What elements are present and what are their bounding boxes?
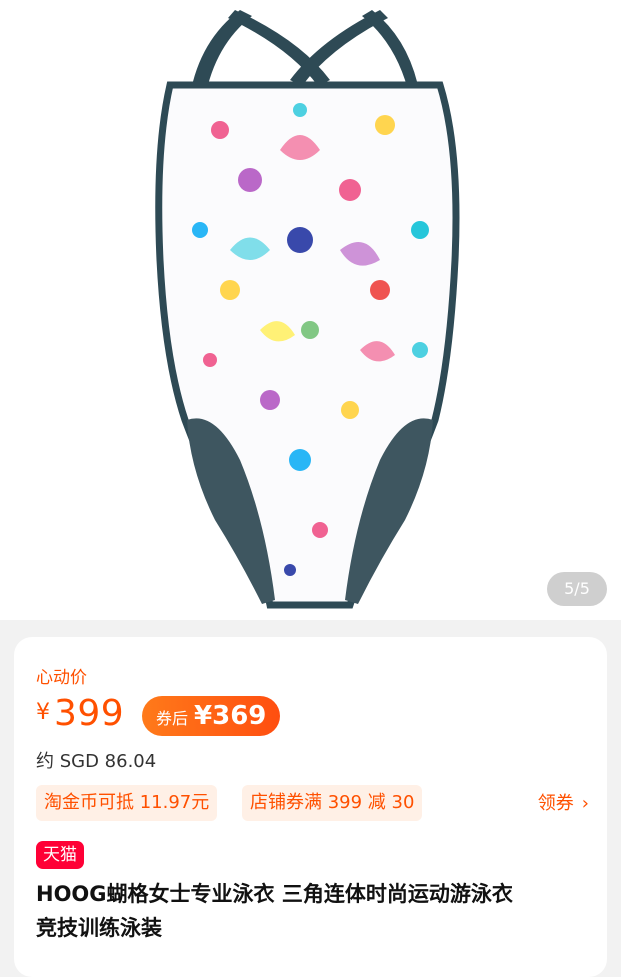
get-coupon-link[interactable]: 领券 › bbox=[538, 789, 589, 815]
original-price-value: 399 bbox=[54, 693, 125, 734]
promo-taojinbi[interactable]: 淘金币可抵 11.97元 bbox=[36, 785, 218, 821]
price-label: 心动价 bbox=[36, 668, 87, 688]
promo-store-coupon[interactable]: 店铺券满 399 减 30 bbox=[242, 785, 423, 821]
product-info-card: 心动价 ¥399 券后 ¥369 约 SGD 86.04 淘金币可抵 11.97元… bbox=[14, 637, 607, 977]
product-title: HOOG蝴格女士专业泳衣 三角连体时尚运动游泳衣 竞技训练泳装 bbox=[36, 877, 596, 945]
product-title-line-1: HOOG蝴格女士专业泳衣 三角连体时尚运动游泳衣 bbox=[36, 882, 513, 906]
chevron-right-icon: › bbox=[581, 793, 589, 814]
image-page-indicator: 5/5 bbox=[547, 572, 607, 606]
get-coupon-label: 领券 bbox=[537, 793, 574, 814]
swimsuit-product-image[interactable] bbox=[0, 0, 621, 620]
coupon-price-badge: 券后 ¥369 bbox=[142, 696, 281, 736]
coupon-price-value: ¥369 bbox=[194, 701, 267, 731]
product-image-gallery[interactable]: 5/5 bbox=[0, 0, 621, 620]
tmall-badge: 天猫 bbox=[36, 841, 84, 869]
coupon-price-tag: 券后 bbox=[156, 709, 189, 728]
converted-price: 约 SGD 86.04 bbox=[36, 751, 157, 772]
product-title-line-2: 竞技训练泳装 bbox=[36, 916, 162, 940]
currency-symbol: ¥ bbox=[36, 700, 50, 725]
original-price: ¥399 bbox=[36, 693, 124, 734]
